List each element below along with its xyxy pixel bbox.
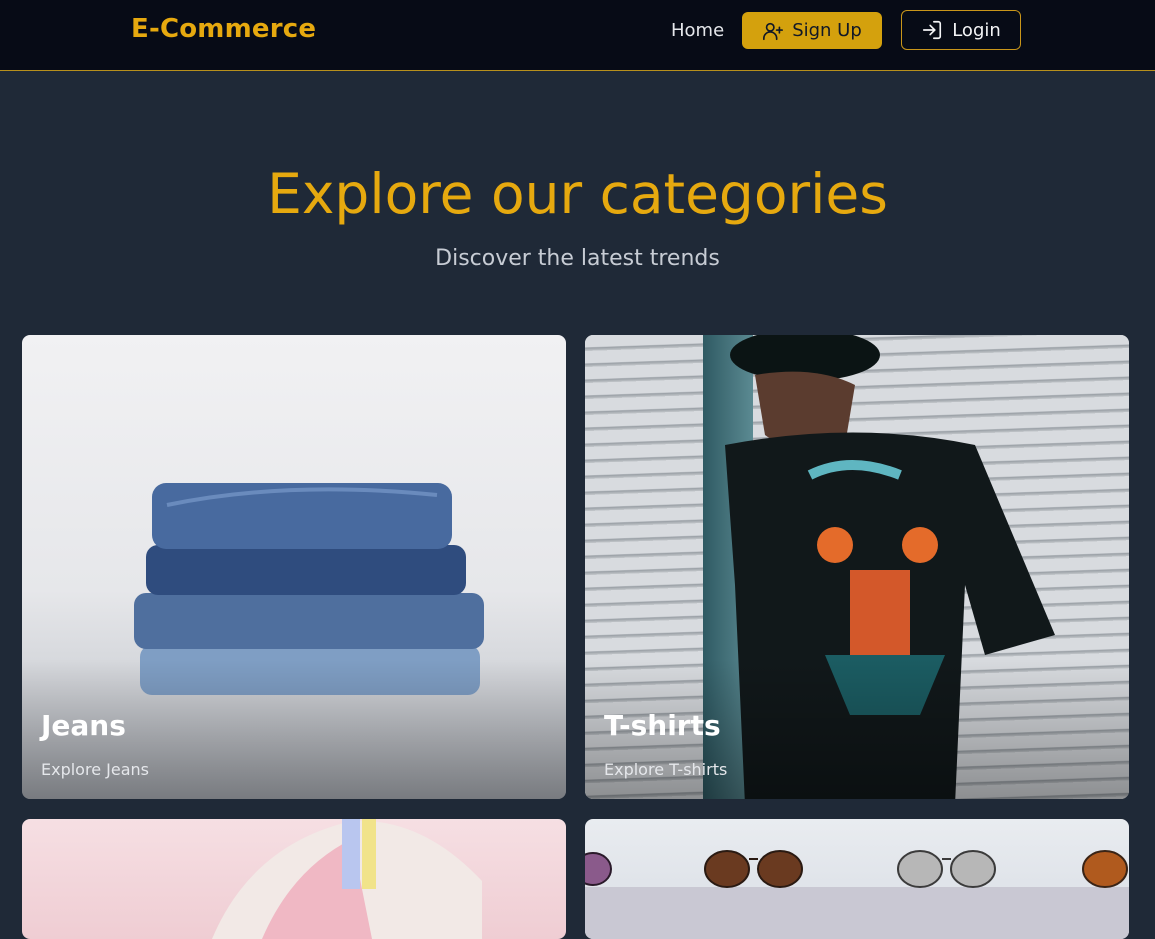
- nav-home-link[interactable]: Home: [671, 20, 724, 41]
- category-card-tshirts[interactable]: T-shirts Explore T-shirts: [585, 335, 1129, 799]
- category-card-sunglasses[interactable]: [585, 819, 1129, 939]
- category-link[interactable]: Explore Jeans: [41, 760, 149, 779]
- page-title: Explore our categories: [267, 162, 888, 226]
- login-arrow-icon: [921, 19, 943, 41]
- user-plus-icon: [762, 20, 784, 42]
- sunglasses-image: [585, 850, 1129, 939]
- category-title: Jeans: [41, 709, 126, 742]
- page-subtitle: Discover the latest trends: [435, 246, 720, 271]
- category-title: T-shirts: [604, 709, 721, 742]
- signup-label: Sign Up: [792, 20, 862, 41]
- shoes-image: [212, 819, 482, 939]
- category-link[interactable]: Explore T-shirts: [604, 760, 727, 779]
- login-button[interactable]: Login: [901, 10, 1021, 50]
- category-card-jeans[interactable]: Jeans Explore Jeans: [22, 335, 566, 799]
- login-label: Login: [952, 19, 1001, 41]
- navbar: E-Commerce Home Sign Up Login: [0, 0, 1155, 71]
- category-card-shoes[interactable]: [22, 819, 566, 939]
- brand-logo[interactable]: E-Commerce: [131, 14, 316, 44]
- signup-button[interactable]: Sign Up: [742, 12, 882, 49]
